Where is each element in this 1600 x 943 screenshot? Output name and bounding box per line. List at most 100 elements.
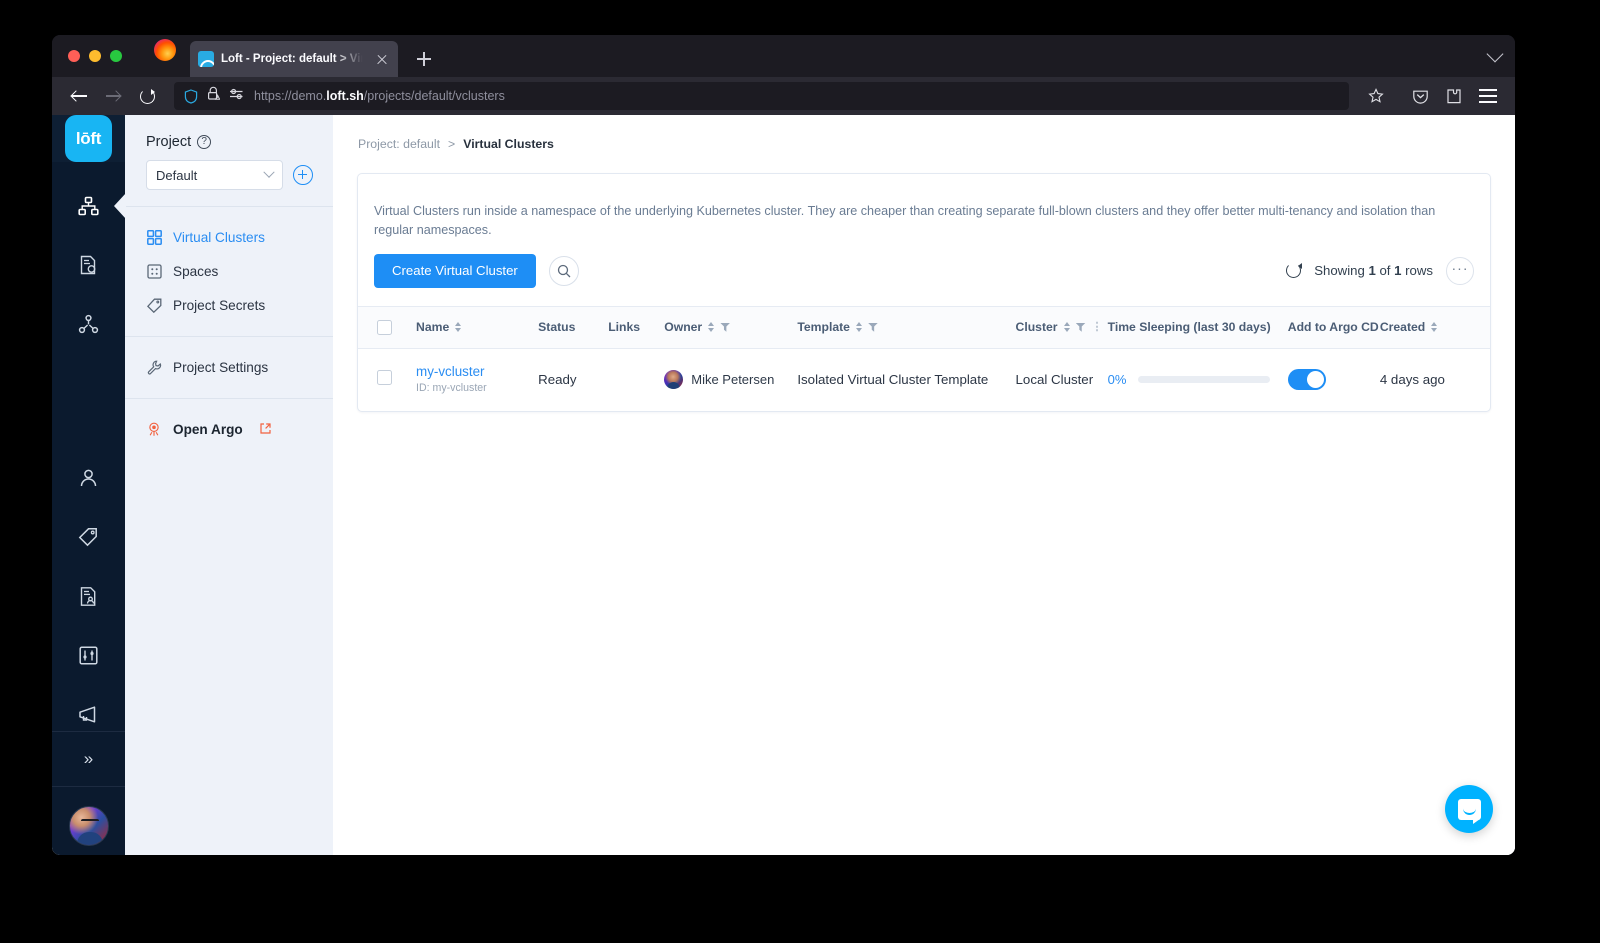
filter-icon[interactable] [867,322,878,332]
main-content: Project: default > Virtual Clusters Virt… [333,115,1515,855]
project-select[interactable]: Default [146,160,283,190]
url-scheme: https:// [254,89,292,103]
rail-item-virtual-clusters[interactable] [52,189,125,223]
sidebar-item-label: Open Argo [173,421,243,437]
column-add-to-argo-cd: Add to Argo CD [1287,305,1380,349]
close-tab-icon[interactable] [374,51,390,67]
sort-icon[interactable] [855,322,862,333]
filter-icon[interactable] [1075,322,1086,332]
extensions-icon [1446,88,1461,103]
sort-icon[interactable] [1063,322,1070,333]
argo-toggle[interactable] [1287,368,1326,390]
refresh-icon[interactable] [1286,263,1302,279]
ellipsis-icon[interactable]: ··· [1446,256,1474,285]
vcluster-link[interactable]: my-vcluster [416,364,538,379]
dotted-square-icon [146,263,162,279]
breadcrumb-current: Virtual Clusters [463,137,554,151]
shield-icon[interactable] [184,88,198,104]
breadcrumb-root[interactable]: Project: default [358,137,440,151]
document-user-icon [80,586,96,606]
permissions-icon[interactable] [229,87,245,106]
showing-count: 1 [1368,263,1376,279]
sidebar-item-label: Spaces [173,263,219,279]
column-select [358,305,417,349]
pocket-button[interactable] [1405,81,1435,111]
forward-arrow-icon [106,89,121,104]
search-button[interactable] [548,255,579,286]
table-header-row: Name Status Links Owner Template Cluster… [358,305,1490,349]
sidebar-group-2: Project Settings [125,337,333,398]
column-status: Status [538,305,609,349]
extensions-button[interactable] [1439,81,1469,111]
loft-logo[interactable]: lōft [65,115,112,162]
rail-item-templates[interactable] [52,307,125,341]
minimize-window-button[interactable] [89,50,101,62]
column-name[interactable]: Name [416,305,539,349]
rail-item-users[interactable] [52,461,125,495]
loft-favicon-icon [198,51,214,67]
user-icon [80,469,97,486]
rail-item-announcements[interactable] [52,697,125,731]
column-links: Links [608,305,665,349]
cell-cluster: Local Cluster [1015,371,1094,387]
cell-links [608,348,664,410]
sort-icon[interactable] [455,322,462,333]
sidebar-item-virtual-clusters[interactable]: Virtual Clusters [125,220,333,254]
sidebar-item-project-settings[interactable]: Project Settings [125,350,333,384]
rail-item-config[interactable] [52,638,125,672]
owner-name: Mike Petersen [691,371,775,387]
tab-list-chevron-icon[interactable] [1486,45,1504,62]
chevron-down-icon [263,166,275,178]
column-header-label: Created [1379,320,1426,335]
rail-item-spaces[interactable] [52,248,125,282]
new-tab-icon[interactable] [408,43,440,75]
intercom-chat-icon [1457,798,1481,824]
showing-prefix: Showing [1314,263,1369,279]
reload-button[interactable] [132,81,162,111]
sort-icon[interactable] [1431,322,1438,333]
select-all-checkbox[interactable] [377,319,392,335]
cell-created: 4 days ago [1379,371,1445,387]
sliders-icon [79,645,98,665]
app-menu-button[interactable] [1473,81,1503,111]
firefox-logo-icon [154,39,176,61]
virtual-clusters-table: Name Status Links Owner Template Cluster… [358,305,1490,411]
column-owner[interactable]: Owner [664,305,798,349]
create-virtual-cluster-button[interactable]: Create Virtual Cluster [374,253,536,288]
expand-sidebar-button[interactable]: » [52,732,125,786]
hamburger-menu-icon [1479,89,1497,103]
forward-button[interactable] [98,81,128,111]
row-checkbox[interactable] [377,370,392,386]
bookmark-button[interactable] [1361,81,1391,111]
sidebar-item-project-secrets[interactable]: Project Secrets [125,288,333,322]
question-mark-icon[interactable]: ? [197,135,212,149]
back-button[interactable] [64,81,94,111]
url-bar[interactable]: https://demo.loft.sh/projects/default/vc… [174,82,1349,110]
close-window-button[interactable] [68,50,80,62]
sidebar-item-spaces[interactable]: Spaces [125,254,333,288]
project-selector-area: Project ? Default [125,115,333,206]
sidebar-item-open-argo[interactable]: Open Argo [125,412,333,446]
rail-item-audit[interactable] [52,579,125,613]
tag-icon [78,527,97,546]
tab-list-area [1486,35,1504,77]
table-row[interactable]: my-vcluster ID: my-vcluster Ready Mike P… [358,348,1490,410]
tab-strip: Loft - Project: default > Virtual C [52,35,1515,77]
column-cluster[interactable]: Cluster ⋮ [1015,305,1108,349]
avatar[interactable] [68,806,109,846]
column-template[interactable]: Template [797,305,1016,349]
column-created[interactable]: Created [1379,305,1490,349]
plus-circle-icon[interactable] [293,165,313,185]
project-label: Project [146,134,192,150]
intercom-chat-button[interactable] [1445,785,1493,833]
rail-item-tags[interactable] [52,520,125,554]
chat-smile [1462,808,1476,815]
column-resize-handle[interactable]: ⋮ [1092,321,1103,332]
filter-icon[interactable] [720,322,731,332]
lock-warning-icon[interactable] [207,86,221,106]
project-select-row: Default [146,160,313,190]
maximize-window-button[interactable] [110,50,122,62]
sort-icon[interactable] [708,322,715,333]
breadcrumb-separator: > [448,137,456,151]
browser-tab[interactable]: Loft - Project: default > Virtual C [190,41,398,77]
